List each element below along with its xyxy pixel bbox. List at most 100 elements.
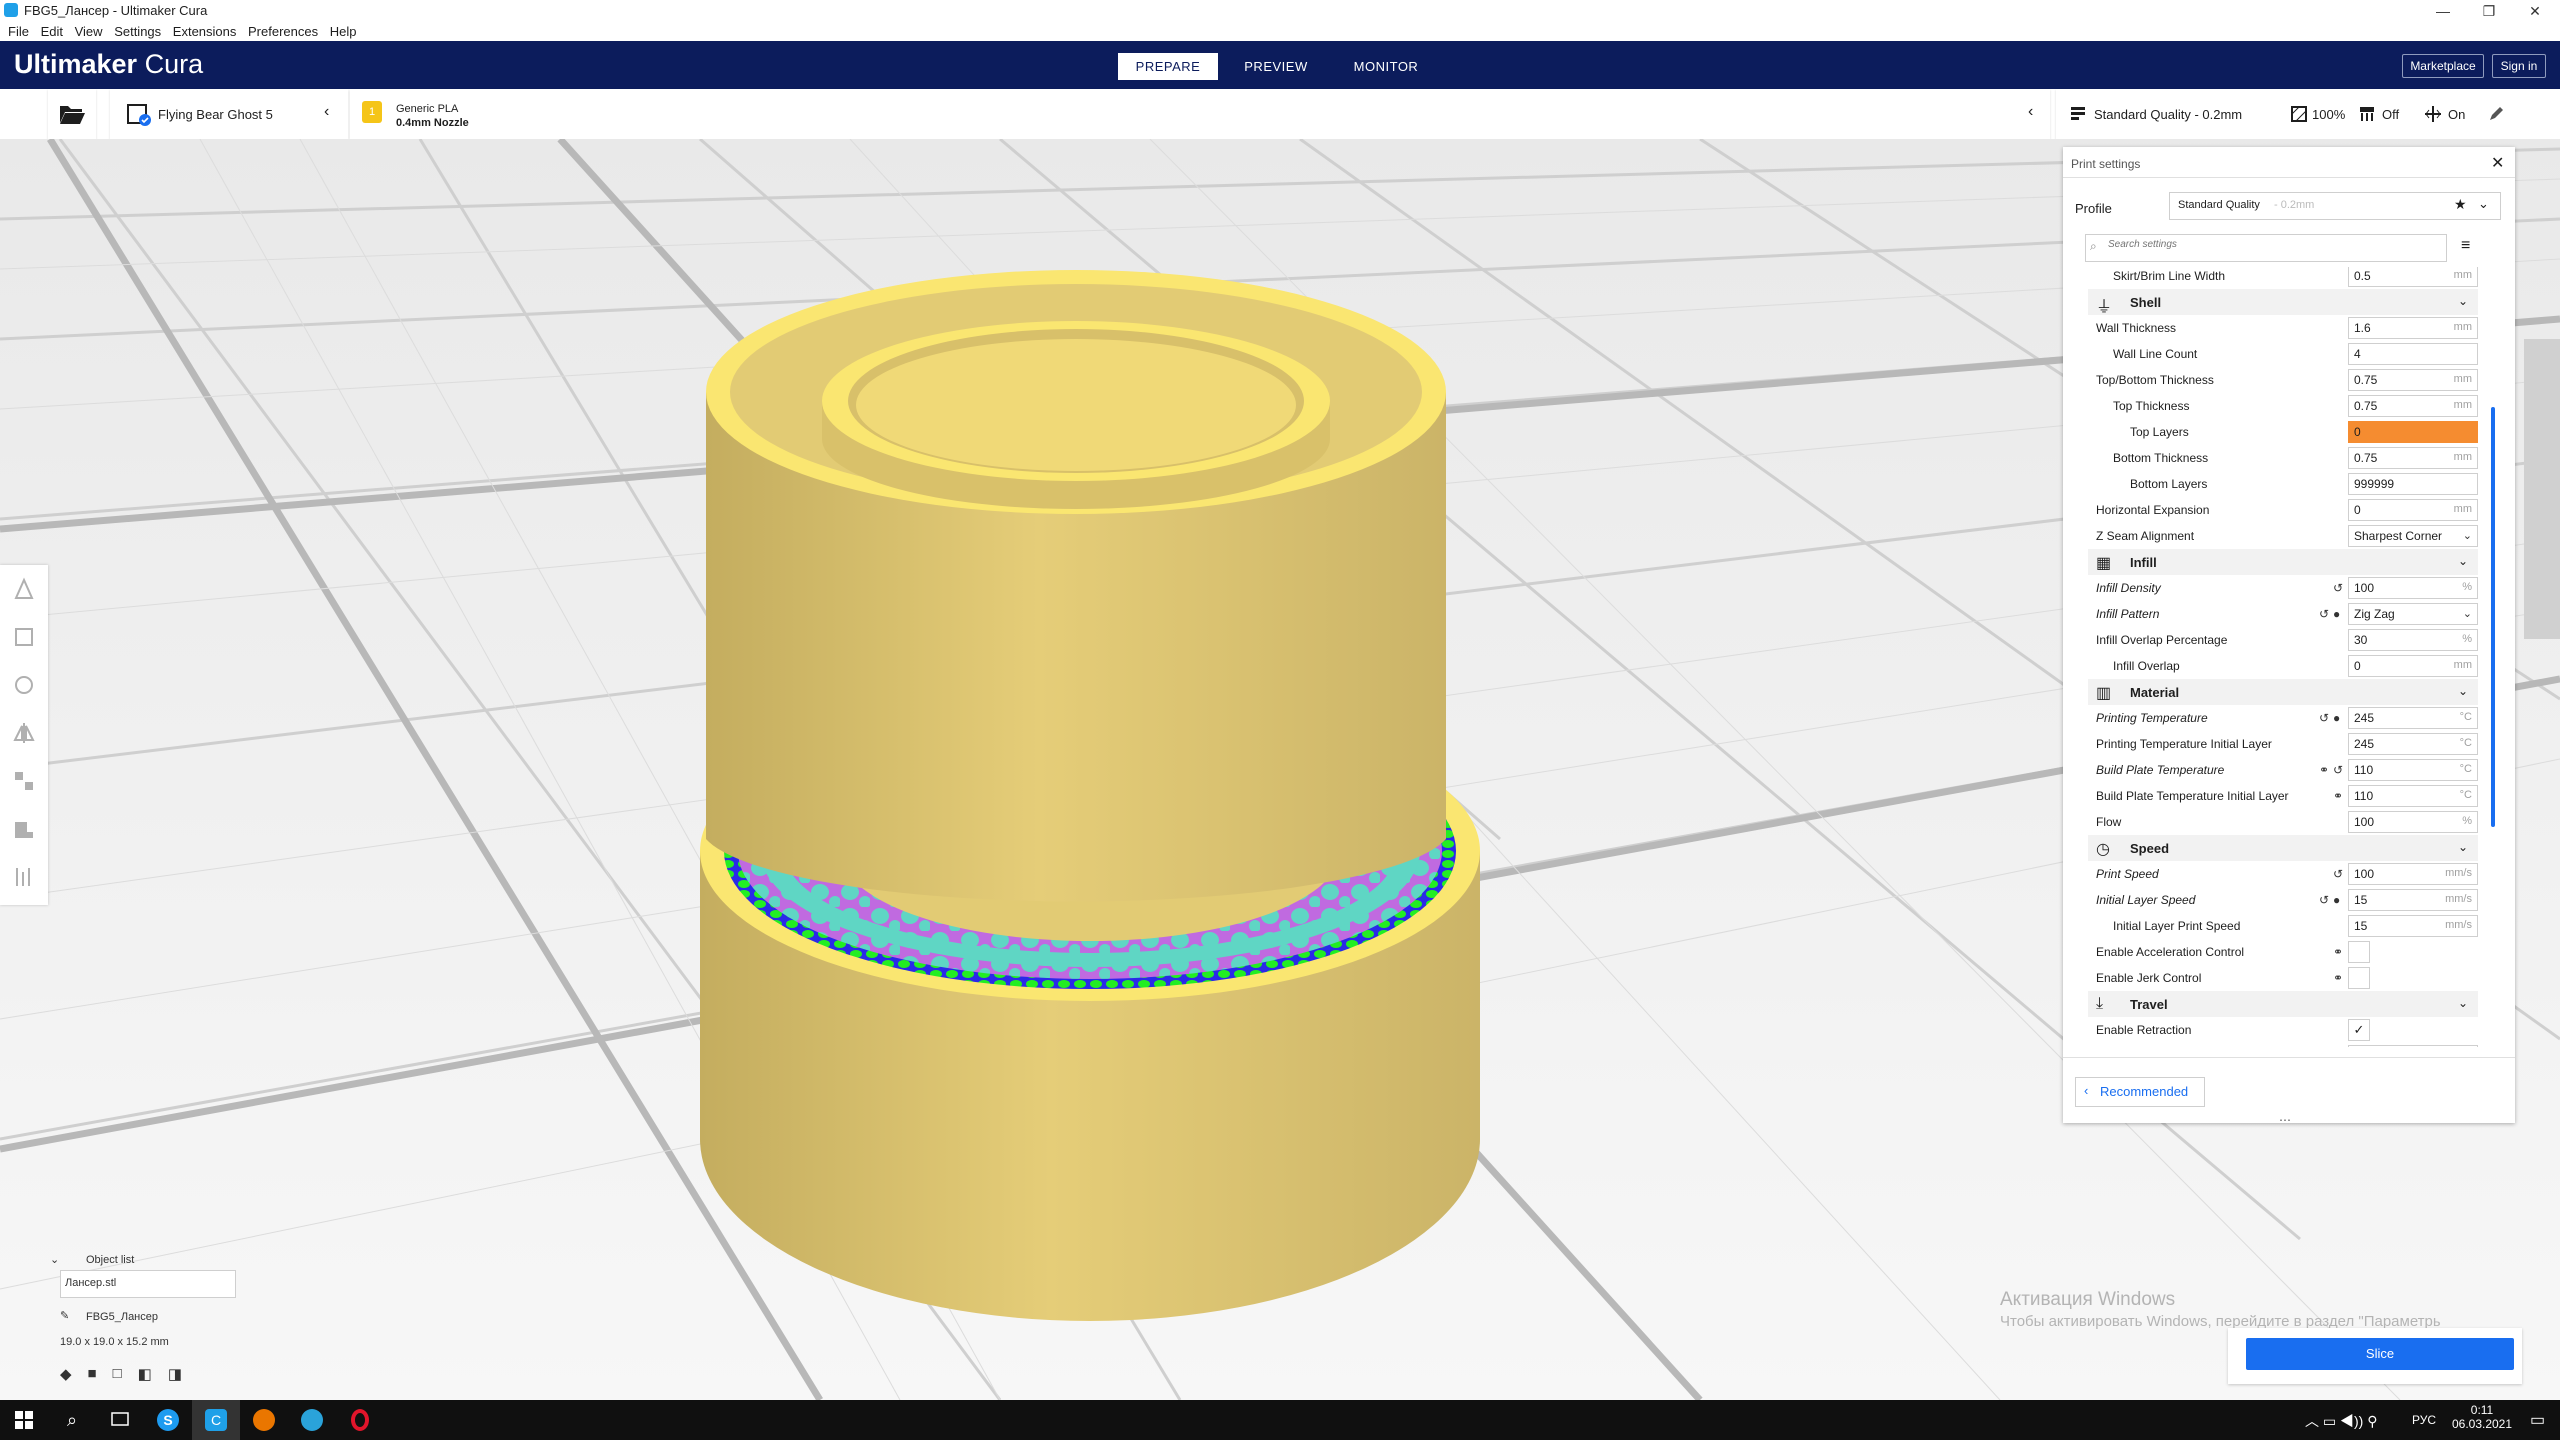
view-3d-icon[interactable]: ◆ — [60, 1365, 72, 1383]
reset-icon[interactable]: ↺ — [2333, 763, 2343, 777]
settings-menu-icon[interactable]: ≡ — [2461, 237, 2470, 255]
windows-start-icon[interactable] — [0, 1400, 48, 1440]
search-input[interactable] — [2106, 238, 2440, 251]
setting-input[interactable]: 0 mm — [2348, 655, 2478, 677]
favorite-star-icon[interactable]: ★ — [2454, 196, 2467, 213]
sign-in-button[interactable]: Sign in — [2492, 54, 2546, 78]
menu-extensions[interactable]: Extensions — [173, 22, 237, 41]
cura-taskbar-icon[interactable]: C — [192, 1400, 240, 1440]
setting-checkbox[interactable] — [2348, 941, 2370, 963]
settings-list[interactable]: Skirt/Brim Line Width 0.5 mm ⏚ Shell ⌄ Wall Th… — [2063, 267, 2515, 1047]
setting-dropdown[interactable]: Zig Zag ⌄ — [2348, 603, 2478, 625]
info-icon[interactable]: ● — [2333, 607, 2340, 621]
link-icon[interactable]: ⚭ — [2319, 763, 2329, 777]
search-icon[interactable]: ⌕ — [48, 1400, 96, 1440]
menu-edit[interactable]: Edit — [41, 22, 63, 41]
chevron-left-icon[interactable]: ‹ — [324, 103, 329, 121]
setting-input[interactable]: 245 °C — [2348, 733, 2478, 755]
link-icon[interactable]: ⚭ — [2333, 789, 2343, 803]
setting-input[interactable]: 110 °C — [2348, 759, 2478, 781]
setting-input[interactable]: 15 mm/s — [2348, 889, 2478, 911]
opera-icon[interactable] — [336, 1400, 384, 1440]
setting-input[interactable]: 15 mm/s — [2348, 915, 2478, 937]
info-icon[interactable]: ● — [2333, 893, 2340, 907]
telegram-icon[interactable] — [288, 1400, 336, 1440]
view-left-icon[interactable]: ◧ — [138, 1365, 152, 1383]
close-panel-icon[interactable]: ✕ — [2491, 153, 2504, 173]
resize-handle[interactable]: ⋯ — [2279, 1113, 2291, 1127]
setting-input[interactable]: 100 mm/s — [2348, 863, 2478, 885]
minimize-button[interactable]: — — [2420, 0, 2466, 22]
view-top-icon[interactable]: □ — [113, 1365, 122, 1383]
mirror-tool-button[interactable] — [0, 709, 48, 757]
print-setup-selector[interactable]: Standard Quality - 0.2mm 100% Off On — [2056, 89, 2560, 139]
search-input-box[interactable]: ⌕ — [2085, 234, 2447, 262]
setting-checkbox[interactable] — [2348, 967, 2370, 989]
printer-selector[interactable]: Flying Bear Ghost 5 ‹ — [110, 89, 348, 139]
info-icon[interactable]: ● — [2333, 711, 2340, 725]
pencil-icon[interactable]: ✎ — [60, 1309, 69, 1322]
slice-button[interactable]: Slice — [2246, 1338, 2514, 1370]
marketplace-button[interactable]: Marketplace — [2402, 54, 2484, 78]
per-model-settings-button[interactable] — [0, 757, 48, 805]
menu-preferences[interactable]: Preferences — [248, 22, 318, 41]
reset-icon[interactable]: ↺ — [2333, 581, 2343, 595]
setting-input[interactable]: 0.75 mm — [2348, 369, 2478, 391]
setting-input[interactable]: 0 — [2348, 421, 2478, 443]
skype-icon[interactable]: S — [144, 1400, 192, 1440]
object-list-item[interactable]: Лансер.stl — [60, 1270, 236, 1298]
setting-input[interactable]: 0.75 mm — [2348, 447, 2478, 469]
reset-icon[interactable]: ↺ — [2319, 607, 2329, 621]
settings-scrollbar[interactable] — [2491, 407, 2495, 827]
tray-icons[interactable]: ︿ ▭ ◀)) ⚲ — [2305, 1411, 2377, 1431]
setting-input[interactable]: 100% — [2348, 811, 2478, 833]
setting-input[interactable]: 100% — [2348, 577, 2478, 599]
scale-tool-button[interactable] — [0, 613, 48, 661]
reset-icon[interactable]: ↺ — [2319, 711, 2329, 725]
material-selector[interactable]: 1 Generic PLA 0.4mm Nozzle ‹ — [350, 89, 2050, 139]
task-view-icon[interactable] — [96, 1400, 144, 1440]
rotate-tool-button[interactable] — [0, 661, 48, 709]
setting-input[interactable]: 245 °C — [2348, 707, 2478, 729]
setting-input[interactable]: 4 — [2348, 343, 2478, 365]
view-right-icon[interactable]: ◨ — [168, 1365, 182, 1383]
setting-input[interactable]: 30% — [2348, 629, 2478, 651]
menu-view[interactable]: View — [75, 22, 103, 41]
link-icon[interactable]: ⚭ — [2333, 945, 2343, 959]
reset-icon[interactable]: ↺ — [2319, 893, 2329, 907]
tab-monitor[interactable]: MONITOR — [1336, 53, 1436, 80]
support-blocker-button[interactable] — [0, 805, 48, 853]
blender-icon[interactable] — [240, 1400, 288, 1440]
chevron-down-icon[interactable]: ⌄ — [50, 1253, 59, 1266]
reset-icon[interactable]: ↺ — [2333, 867, 2343, 881]
menu-settings[interactable]: Settings — [114, 22, 161, 41]
open-file-button[interactable] — [48, 89, 96, 139]
setting-dropdown[interactable]: Sharpest Corner ⌄ — [2348, 525, 2478, 547]
view-front-icon[interactable]: ■ — [88, 1365, 97, 1383]
setting-input[interactable]: 0.5 mm — [2348, 267, 2478, 287]
custom-support-button[interactable] — [0, 853, 48, 901]
tab-preview[interactable]: PREVIEW — [1226, 53, 1326, 80]
menu-help[interactable]: Help — [330, 22, 357, 41]
setting-checkbox[interactable]: ✓ — [2348, 1019, 2370, 1041]
category-material[interactable]: ▥ Material ⌄ — [2088, 679, 2478, 705]
input-language[interactable]: РУС — [2412, 1413, 2436, 1427]
menu-file[interactable]: File — [8, 22, 29, 41]
category-travel[interactable]: ⤓ Travel ⌄ — [2088, 991, 2478, 1017]
chevron-left-icon[interactable]: ‹ — [2028, 103, 2033, 121]
setting-input[interactable]: 0.75 mm — [2348, 395, 2478, 417]
object-list-header[interactable]: Object list — [86, 1254, 134, 1266]
close-button[interactable]: ✕ — [2512, 0, 2558, 22]
setting-input[interactable]: 999999 — [2348, 473, 2478, 495]
setting-input[interactable]: 0 mm — [2348, 499, 2478, 521]
recommended-button[interactable]: ‹ Recommended — [2075, 1077, 2205, 1107]
notifications-icon[interactable]: ▭ — [2530, 1410, 2545, 1430]
link-icon[interactable]: ⚭ — [2333, 971, 2343, 985]
category-speed[interactable]: ◷ Speed ⌄ — [2088, 835, 2478, 861]
profile-dropdown[interactable]: Standard Quality - 0.2mm ★ ⌄ — [2169, 192, 2501, 220]
setting-input[interactable]: 5mm — [2348, 1045, 2478, 1047]
clock[interactable]: 0:11 06.03.2021 — [2450, 1403, 2514, 1431]
tab-prepare[interactable]: PREPARE — [1118, 53, 1218, 80]
edit-icon[interactable] — [2488, 106, 2504, 122]
setting-input[interactable]: 1.6 mm — [2348, 317, 2478, 339]
